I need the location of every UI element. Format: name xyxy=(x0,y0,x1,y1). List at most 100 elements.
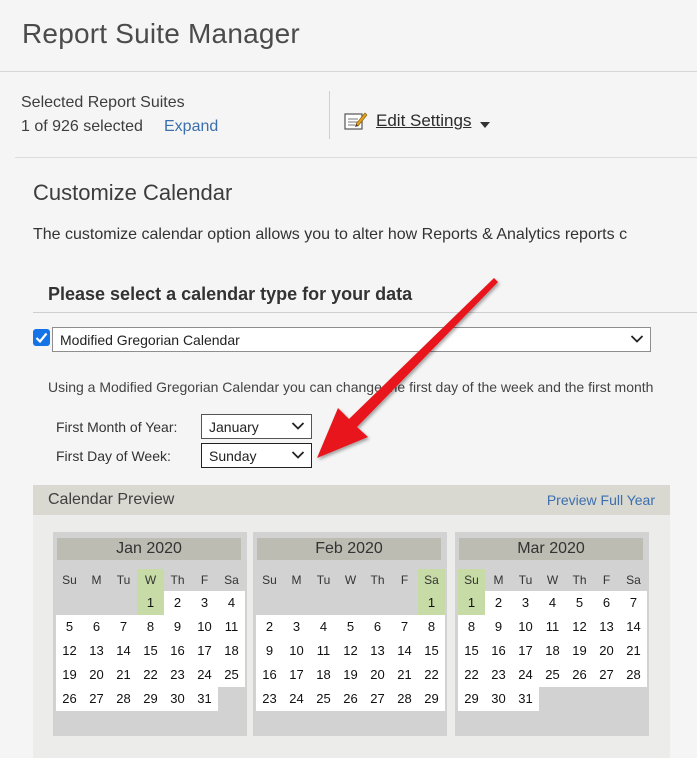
calendar-day: 30 xyxy=(485,687,512,711)
calendar-day: 11 xyxy=(218,615,245,639)
calendar-day: 25 xyxy=(310,687,337,711)
edit-settings-icon[interactable] xyxy=(344,110,368,132)
calendar-day: 2 xyxy=(164,591,191,615)
month-title: Jan 2020 xyxy=(57,538,241,560)
weekday-header: Th xyxy=(170,573,185,587)
calendar-day: 7 xyxy=(110,615,137,639)
calendar-day: 20 xyxy=(593,639,620,663)
month-title: Mar 2020 xyxy=(459,538,643,560)
calendar-preview-header: Calendar Preview Preview Full Year xyxy=(33,485,670,515)
calendar-day: 7 xyxy=(391,615,418,639)
calendar-day: 29 xyxy=(137,687,164,711)
calendar-day: 3 xyxy=(283,615,310,639)
first-month-select[interactable]: January xyxy=(201,414,312,439)
calendar-day: 20 xyxy=(364,663,391,687)
calendar-day: 15 xyxy=(458,639,485,663)
weekday-header: M xyxy=(91,573,102,587)
weekday-header: Sa xyxy=(418,569,445,591)
calendar-day: 3 xyxy=(512,591,539,615)
calendar-day: 23 xyxy=(164,663,191,687)
calendar-day: 21 xyxy=(620,639,647,663)
calendar-day: 12 xyxy=(566,615,593,639)
calendar-day: 25 xyxy=(218,663,245,687)
calendar-month: Mar 2020 Su M Tu W Th F Sa 1 2 3 4 5 6 7 8 9 10 11 12 13 14 15… xyxy=(455,532,649,736)
calendar-day: 8 xyxy=(137,615,164,639)
calendar-day: 10 xyxy=(283,639,310,663)
weekday-header: Th xyxy=(370,573,385,587)
calendar-day: 19 xyxy=(337,663,364,687)
calendar-day: 25 xyxy=(539,663,566,687)
calendar-day: 14 xyxy=(391,639,418,663)
calendar-day: 1 xyxy=(418,591,445,615)
calendar-day: 5 xyxy=(56,615,83,639)
calendar-day: 2 xyxy=(485,591,512,615)
calendar-day: 6 xyxy=(364,615,391,639)
calendar-day: 15 xyxy=(418,639,445,663)
calendar-day: 24 xyxy=(512,663,539,687)
calendar-day: 14 xyxy=(110,639,137,663)
calendar-preview-title: Calendar Preview xyxy=(48,491,175,508)
weekday-header: Tu xyxy=(518,573,533,587)
calendar-type-checkbox[interactable] xyxy=(33,329,50,346)
calendar-type-select[interactable]: Modified Gregorian Calendar xyxy=(52,327,651,352)
calendar-day: 7 xyxy=(620,591,647,615)
month-title: Feb 2020 xyxy=(257,538,441,560)
weekday-header: Sa xyxy=(224,573,239,587)
caret-down-icon[interactable] xyxy=(480,122,490,128)
calendar-day: 8 xyxy=(458,615,485,639)
calendar-day: 12 xyxy=(56,639,83,663)
calendar-day: 31 xyxy=(512,687,539,711)
app-title: Report Suite Manager xyxy=(22,18,300,49)
calendar-day: 24 xyxy=(191,663,218,687)
selected-report-suites-label: Selected Report Suites xyxy=(21,94,185,111)
calendar-day: 4 xyxy=(310,615,337,639)
header-divider xyxy=(0,71,697,72)
calendar-day: 4 xyxy=(539,591,566,615)
calendar-day: 24 xyxy=(283,687,310,711)
calendar-day: 27 xyxy=(364,687,391,711)
expand-link[interactable]: Expand xyxy=(164,118,218,136)
calendar-day: 5 xyxy=(337,615,364,639)
calendar-day: 10 xyxy=(191,615,218,639)
calendar-day: 26 xyxy=(56,687,83,711)
calendar-day: 6 xyxy=(593,591,620,615)
preview-full-year-link[interactable]: Preview Full Year xyxy=(547,492,655,508)
calendar-info-text: Using a Modified Gregorian Calendar you … xyxy=(48,379,654,395)
edit-settings-button[interactable]: Edit Settings xyxy=(376,111,471,131)
calendar-day: 9 xyxy=(256,639,283,663)
calendar-day: 1 xyxy=(137,591,164,615)
calendar-day: 26 xyxy=(337,687,364,711)
first-day-select[interactable]: Sunday xyxy=(201,443,312,468)
calendar-day: 15 xyxy=(137,639,164,663)
weekday-header: W xyxy=(546,573,559,587)
weekday-header: F xyxy=(602,573,611,587)
calendar-day: 21 xyxy=(391,663,418,687)
calendar-day: 28 xyxy=(110,687,137,711)
calendar-day: 2 xyxy=(256,615,283,639)
calendar-day: 17 xyxy=(512,639,539,663)
calendar-day: 23 xyxy=(485,663,512,687)
calendar-day: 12 xyxy=(337,639,364,663)
weekday-header: Su xyxy=(62,573,77,587)
calendar-day: 30 xyxy=(164,687,191,711)
calendar-day: 13 xyxy=(83,639,110,663)
weekday-header: F xyxy=(200,573,209,587)
toolbar-bottom-divider xyxy=(15,157,697,158)
selected-count: 1 of 926 selected xyxy=(21,118,143,135)
calendar-day: 16 xyxy=(164,639,191,663)
chevron-down-icon xyxy=(291,422,305,430)
weekday-header: Th xyxy=(572,573,587,587)
chevron-down-icon xyxy=(291,451,305,459)
calendar-day: 29 xyxy=(418,687,445,711)
calendar-day: 20 xyxy=(83,663,110,687)
calendar-type-value: Modified Gregorian Calendar xyxy=(60,332,240,348)
calendar-day: 4 xyxy=(218,591,245,615)
calendar-day: 31 xyxy=(191,687,218,711)
calendar-day: 6 xyxy=(83,615,110,639)
calendar-day: 10 xyxy=(512,615,539,639)
first-month-label: First Month of Year: xyxy=(56,419,178,435)
calendar-day: 11 xyxy=(310,639,337,663)
calendar-day: 26 xyxy=(566,663,593,687)
first-month-value: January xyxy=(209,419,259,435)
calendar-type-heading: Please select a calendar type for your d… xyxy=(48,284,413,304)
